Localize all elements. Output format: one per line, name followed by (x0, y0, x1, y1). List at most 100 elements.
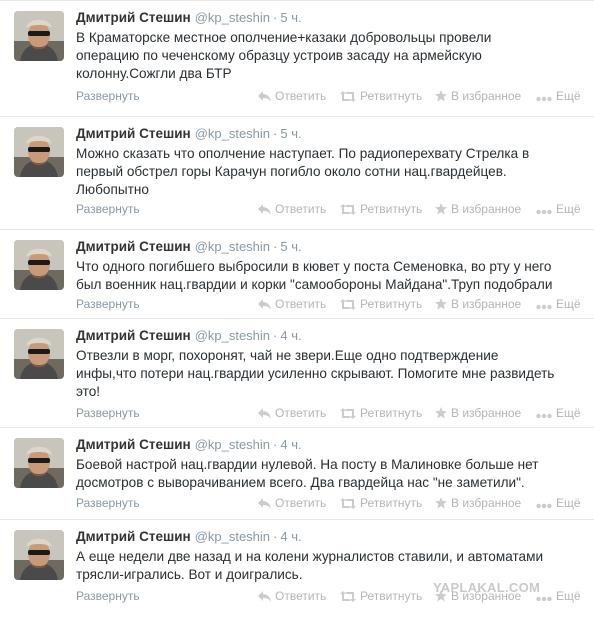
separator-dot: · (273, 126, 278, 141)
author-name[interactable]: Дмитрий Стешин (76, 529, 191, 544)
more-label: Ещё (556, 89, 581, 103)
reply-button[interactable]: Ответить (258, 496, 326, 510)
author-name[interactable]: Дмитрий Стешин (76, 328, 191, 343)
more-dots-icon (536, 503, 552, 509)
favorite-label: В избранное (451, 297, 522, 311)
reply-button[interactable]: Ответить (258, 202, 326, 216)
reply-icon (258, 91, 271, 102)
tweet-header: Дмитрий Стешин @kp_steshin · 5 ч. (76, 10, 302, 25)
tweet-header: Дмитрий Стешин @kp_steshin · 4 ч. (76, 437, 302, 452)
favorite-label: В избранное (451, 406, 522, 420)
retweet-button[interactable]: Ретвитнуть (340, 202, 422, 216)
avatar[interactable] (14, 11, 64, 61)
tweet-time[interactable]: 5 ч. (280, 239, 301, 254)
expand-link[interactable]: Развернуть (76, 406, 140, 420)
reply-button[interactable]: Ответить (258, 406, 326, 420)
retweet-button[interactable]: Ретвитнуть (340, 297, 422, 311)
star-icon (435, 407, 447, 419)
author-handle[interactable]: @kp_steshin (195, 239, 270, 254)
tweet-text-line: первый обстрел горы Карачун погибло окол… (76, 164, 507, 179)
tweet-text-line: Можно сказать что ополчение наступает. П… (76, 146, 530, 161)
expand-link[interactable]: Развернуть (76, 589, 140, 603)
more-dots-icon (536, 596, 552, 602)
favorite-button[interactable]: В избранное (435, 89, 521, 103)
separator-dot: · (273, 328, 278, 343)
favorite-button[interactable]: В избранное (435, 496, 521, 510)
more-button[interactable]: Ещё (536, 202, 581, 216)
tweet-time[interactable]: 4 ч. (280, 437, 301, 452)
tweet-header: Дмитрий Стешин @kp_steshin · 5 ч. (76, 239, 302, 254)
favorite-button[interactable]: В избранное (435, 202, 521, 216)
star-icon (435, 298, 447, 310)
tweet-text-line: досмотров с выворачиванием всего. Два гв… (76, 475, 525, 490)
author-name[interactable]: Дмитрий Стешин (76, 239, 191, 254)
favorite-button[interactable]: В избранное (435, 297, 521, 311)
avatar[interactable] (14, 530, 64, 580)
favorite-button[interactable]: В избранное (435, 406, 521, 420)
expand-link[interactable]: Развернуть (76, 89, 140, 103)
tweet-header: Дмитрий Стешин @kp_steshin · 4 ч. (76, 328, 302, 343)
retweet-button[interactable]: Ретвитнуть (340, 89, 422, 103)
avatar[interactable] (14, 329, 64, 379)
author-handle[interactable]: @kp_steshin (195, 529, 270, 544)
author-handle[interactable]: @kp_steshin (195, 437, 270, 452)
author-handle[interactable]: @kp_steshin (195, 10, 270, 25)
retweet-icon (340, 408, 356, 419)
retweet-button[interactable]: Ретвитнуть (340, 589, 422, 603)
favorite-label: В избранное (451, 202, 522, 216)
reply-icon (258, 299, 271, 310)
more-button[interactable]: Ещё (536, 89, 581, 103)
tweet-text: Можно сказать что ополчение наступает. П… (76, 145, 576, 199)
expand-link[interactable]: Развернуть (76, 496, 140, 510)
tweet-time[interactable]: 4 ч. (280, 529, 301, 544)
more-dots-icon (536, 413, 552, 419)
expand-link[interactable]: Развернуть (76, 297, 140, 311)
more-label: Ещё (556, 202, 581, 216)
more-label: Ещё (556, 297, 581, 311)
retweet-label: Ретвитнуть (360, 297, 423, 311)
reply-icon (258, 591, 271, 602)
retweet-label: Ретвитнуть (360, 202, 423, 216)
retweet-label: Ретвитнуть (360, 406, 423, 420)
expand-link[interactable]: Развернуть (76, 202, 140, 216)
separator-dot: · (273, 437, 278, 452)
tweet-header: Дмитрий Стешин @kp_steshin · 5 ч. (76, 126, 302, 141)
retweet-button[interactable]: Ретвитнуть (340, 406, 422, 420)
reply-icon (258, 408, 271, 419)
retweet-icon (340, 91, 356, 102)
author-name[interactable]: Дмитрий Стешин (76, 126, 191, 141)
avatar[interactable] (14, 240, 64, 290)
star-icon (435, 497, 447, 509)
reply-button[interactable]: Ответить (258, 589, 326, 603)
author-handle[interactable]: @kp_steshin (195, 328, 270, 343)
more-button[interactable]: Ещё (536, 406, 581, 420)
more-button[interactable]: Ещё (536, 297, 581, 311)
retweet-button[interactable]: Ретвитнуть (340, 496, 422, 510)
reply-icon (258, 204, 271, 215)
tweet-time[interactable]: 5 ч. (280, 10, 301, 25)
more-dots-icon (536, 209, 552, 215)
tweet-time[interactable]: 5 ч. (280, 126, 301, 141)
tweet-text-line: В Краматорске местное ополчение+казаки д… (76, 30, 492, 45)
tweet-text-line: это! (76, 384, 101, 399)
more-label: Ещё (556, 496, 581, 510)
author-handle[interactable]: @kp_steshin (195, 126, 270, 141)
tweet-text-line: инфы,что потери нац.гвардии усиленно скр… (76, 366, 555, 381)
reply-label: Ответить (275, 202, 327, 216)
separator-dot: · (273, 239, 278, 254)
more-button[interactable]: Ещё (536, 589, 581, 603)
author-name[interactable]: Дмитрий Стешин (76, 10, 191, 25)
tweet-text: Боевой настрой нац.гвардии нулевой. На п… (76, 456, 576, 492)
tweet-text-line: Что одного погибшего выбросили в кювет у… (76, 259, 552, 274)
reply-label: Ответить (275, 589, 327, 603)
author-name[interactable]: Дмитрий Стешин (76, 437, 191, 452)
tweet-text: Что одного погибшего выбросили в кювет у… (76, 258, 576, 294)
more-dots-icon (536, 96, 552, 102)
reply-button[interactable]: Ответить (258, 89, 326, 103)
more-button[interactable]: Ещё (536, 496, 581, 510)
avatar[interactable] (14, 127, 64, 177)
reply-button[interactable]: Ответить (258, 297, 326, 311)
star-icon (435, 203, 447, 215)
tweet-time[interactable]: 4 ч. (280, 328, 301, 343)
avatar[interactable] (14, 438, 64, 488)
